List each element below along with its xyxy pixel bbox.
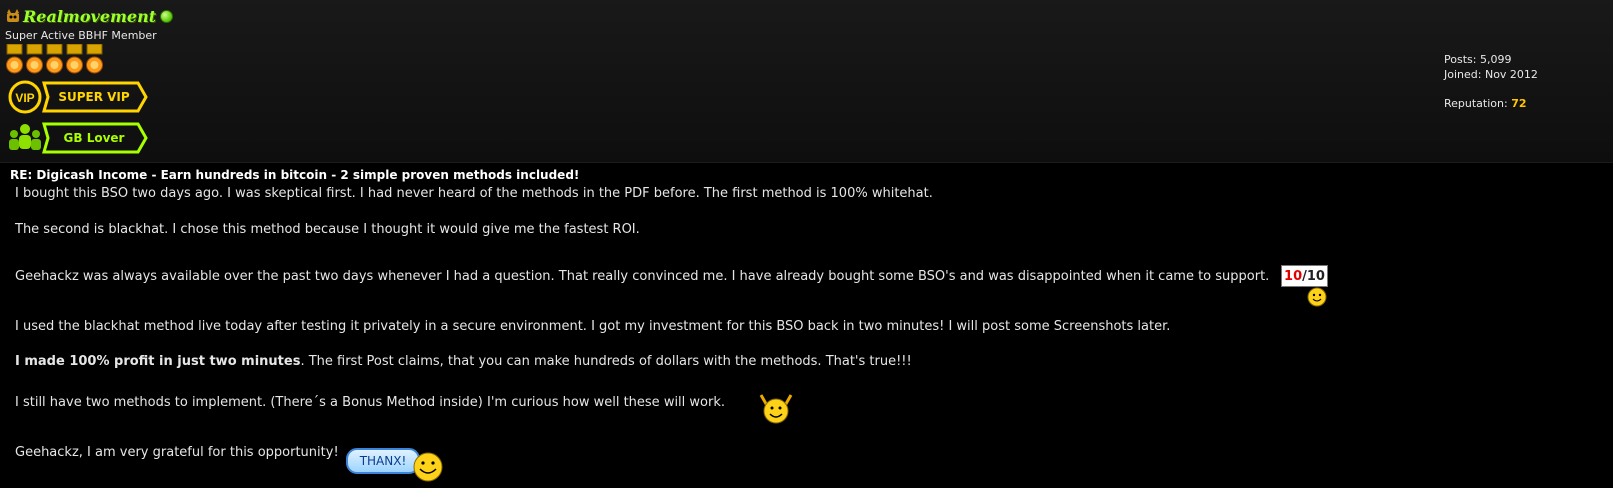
rank-star-icon [46, 44, 63, 74]
username-link[interactable]: Realmovement [23, 7, 156, 26]
score-sign: 10/10 [1281, 265, 1328, 287]
smiley-cheer-icon [759, 394, 793, 424]
post-paragraph-7: Geehackz, I am very grateful for this op… [15, 445, 339, 460]
user-stats: Posts: 5,099 Joined: Nov 2012 Reputation… [1444, 52, 1538, 111]
post-paragraph-3: Geehackz was always available over the p… [15, 269, 1270, 284]
posts-stat: Posts: 5,099 [1444, 52, 1538, 67]
rank-stars [5, 44, 104, 76]
score-value: 10 [1284, 268, 1303, 284]
post-paragraph-6: I still have two methods to implement. (… [15, 395, 726, 410]
award-label-gb-lover: GB Lover [63, 131, 125, 145]
score-total: /10 [1302, 268, 1325, 284]
user-title: Super Active BBHF Member [5, 29, 157, 42]
post-paragraph-2: The second is blackhat. I chose this met… [15, 222, 640, 237]
rank-star-icon [6, 44, 23, 74]
user-sprite-icon [7, 9, 19, 22]
rank-star-icon [66, 44, 83, 74]
reputation-label: Reputation: [1444, 97, 1508, 110]
online-status-icon [160, 9, 174, 23]
post-title: RE: Digicash Income - Earn hundreds in b… [10, 168, 580, 182]
post-paragraph-5-rest: . The first Post claims, that you can ma… [300, 354, 912, 369]
award-super-vip: VIP SUPER VIP [8, 79, 148, 115]
award-label-super-vip: SUPER VIP [58, 90, 130, 104]
joined-value: Nov 2012 [1484, 68, 1538, 81]
post-paragraph-4: I used the blackhat method live today af… [15, 319, 1171, 334]
post-paragraph-5: I made 100% profit in just two minutes. … [15, 354, 912, 369]
smiley-sign-icon [1307, 287, 1327, 307]
username-row: Realmovement [5, 5, 174, 27]
post-paragraph-1: I bought this BSO two days ago. I was sk… [15, 186, 933, 201]
posts-value: 5,099 [1479, 53, 1512, 66]
post-paragraph-5-bold: I made 100% profit in just two minutes [15, 354, 301, 369]
award-gb-lover: GB Lover [8, 120, 148, 156]
smiley-thanx-icon [413, 452, 443, 482]
posts-label: Posts: [1444, 53, 1477, 66]
thanx-bubble: THANX! [346, 448, 420, 474]
rank-star-icon [86, 44, 103, 74]
joined-stat: Joined: Nov 2012 [1444, 67, 1538, 82]
reputation-value[interactable]: 72 [1511, 97, 1526, 110]
rank-star-icon [26, 44, 43, 74]
joined-label: Joined: [1444, 68, 1482, 81]
post-header: Realmovement Super Active BBHF Member VI… [0, 0, 1613, 163]
vip-badge-text: VIP [15, 91, 34, 105]
reputation-stat: Reputation: 72 [1444, 96, 1538, 111]
